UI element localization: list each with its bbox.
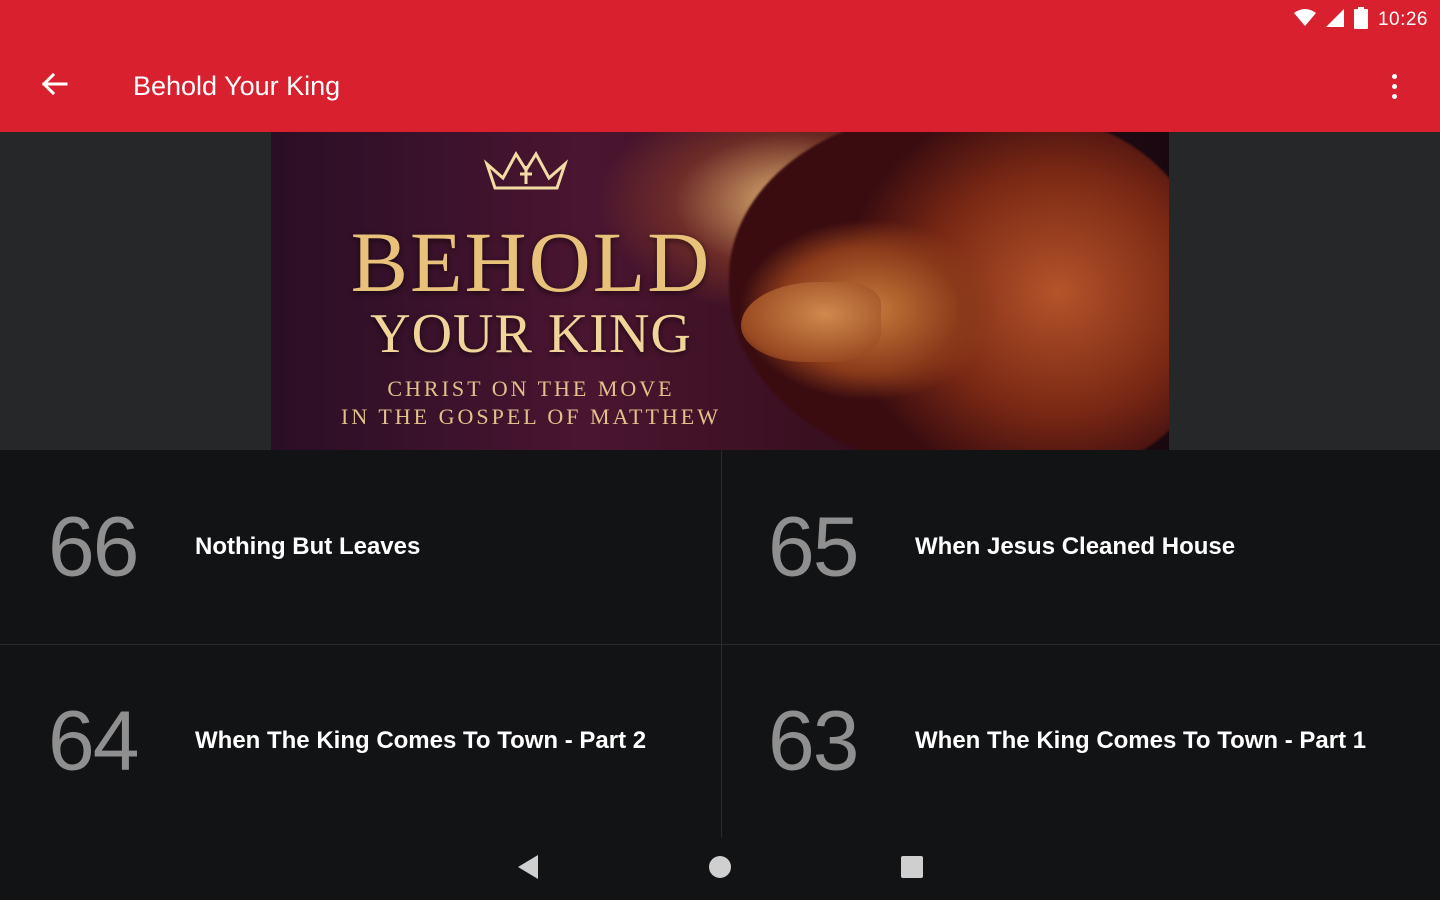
series-banner-image: BEHOLD YOUR KING CHRIST ON THE MOVE IN T…: [271, 132, 1169, 450]
system-nav-bar: [0, 838, 1440, 900]
sermon-title: When Jesus Cleaned House: [915, 533, 1236, 560]
status-time: 10:26: [1377, 9, 1428, 30]
back-button[interactable]: [30, 64, 78, 108]
sermon-number: 65: [768, 499, 859, 594]
banner-subtitle-line2: IN THE GOSPEL OF MATTHEW: [341, 404, 721, 429]
nav-back-button[interactable]: [510, 851, 546, 887]
banner-title-line1: BEHOLD: [350, 214, 712, 310]
nav-recents-button[interactable]: [894, 851, 930, 887]
arrow-left-icon: [40, 72, 68, 100]
more-vert-icon: [1391, 73, 1397, 79]
sermon-number: 63: [768, 693, 859, 788]
more-options-button[interactable]: [1372, 64, 1416, 108]
back-triangle-icon: [516, 854, 540, 884]
status-bar: 10:26: [1293, 6, 1428, 34]
banner-subtitle-line1: CHRIST ON THE MOVE: [387, 376, 675, 401]
cell-signal-icon: [1325, 9, 1344, 31]
sermon-card[interactable]: 63 When The King Comes To Town - Part 1: [720, 644, 1440, 838]
sermon-card[interactable]: 66 Nothing But Leaves: [0, 450, 720, 644]
sermon-title: When The King Comes To Town - Part 1: [915, 727, 1367, 754]
banner-area: BEHOLD YOUR KING CHRIST ON THE MOVE IN T…: [0, 132, 1440, 450]
sermon-title: Nothing But Leaves: [195, 533, 421, 560]
sermon-title: When The King Comes To Town - Part 2: [195, 727, 647, 754]
crown-icon: [483, 151, 569, 190]
sermon-grid: 66 Nothing But Leaves 65 When Jesus Clea…: [0, 450, 1440, 838]
wifi-icon: [1293, 9, 1316, 31]
sermon-card[interactable]: 65 When Jesus Cleaned House: [720, 450, 1440, 644]
battery-icon: [1353, 7, 1368, 33]
home-circle-icon: [707, 854, 733, 884]
recents-square-icon: [900, 855, 924, 883]
nav-home-button[interactable]: [702, 851, 738, 887]
sermon-number: 66: [48, 499, 139, 594]
banner-title-line2: YOUR KING: [370, 303, 692, 365]
sermon-number: 64: [48, 693, 139, 788]
app-bar: 10:26 Behold Your King: [0, 0, 1440, 132]
page-title: Behold Your King: [133, 71, 341, 101]
grid-divider-horizontal: [0, 644, 1440, 645]
sermon-card[interactable]: 64 When The King Comes To Town - Part 2: [0, 644, 720, 838]
